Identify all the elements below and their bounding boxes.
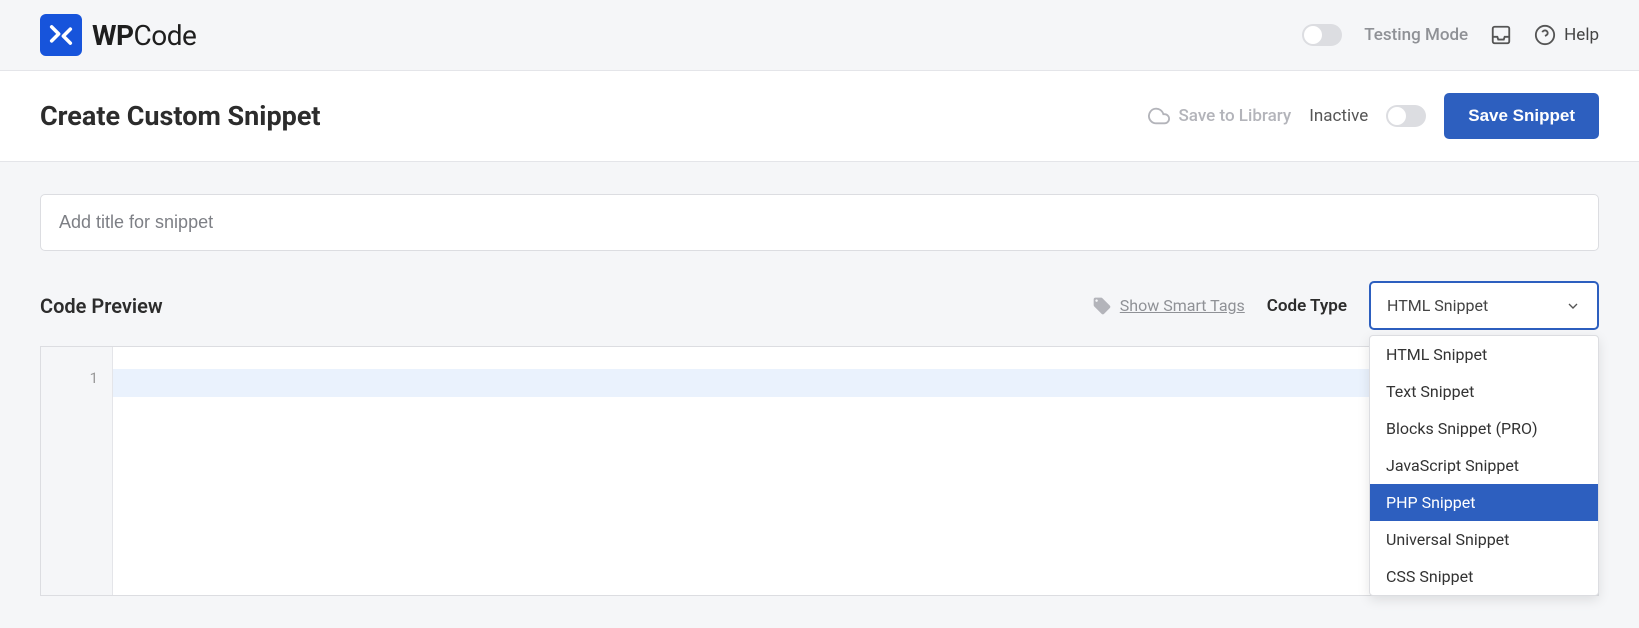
logo-text: WPCode	[92, 19, 196, 52]
code-type-option[interactable]: HTML Snippet	[1370, 336, 1598, 373]
code-type-option[interactable]: CSS Snippet	[1370, 558, 1598, 595]
wpcode-logo-icon	[40, 14, 82, 56]
help-link[interactable]: Help	[1534, 24, 1599, 46]
testing-mode-toggle[interactable]	[1302, 24, 1342, 46]
editor-gutter: 1	[41, 347, 113, 595]
tags-icon	[1092, 296, 1112, 316]
top-header: WPCode Testing Mode Help	[0, 0, 1639, 70]
code-type-option[interactable]: Universal Snippet	[1370, 521, 1598, 558]
code-type-select[interactable]: HTML Snippet	[1369, 281, 1599, 330]
code-type-option[interactable]: JavaScript Snippet	[1370, 447, 1598, 484]
help-label: Help	[1564, 25, 1599, 45]
help-icon	[1534, 24, 1556, 46]
chevron-down-icon	[1565, 298, 1581, 314]
header-actions: Testing Mode Help	[1302, 24, 1599, 46]
line-number: 1	[41, 369, 98, 387]
save-button[interactable]: Save Snippet	[1444, 93, 1599, 139]
code-type-option[interactable]: PHP Snippet	[1370, 484, 1598, 521]
code-type-dropdown-wrap: HTML Snippet HTML SnippetText SnippetBlo…	[1369, 281, 1599, 330]
cloud-icon	[1148, 105, 1170, 127]
show-smart-tags[interactable]: Show Smart Tags	[1092, 296, 1245, 316]
code-type-option[interactable]: Text Snippet	[1370, 373, 1598, 410]
content-area: Code Preview Show Smart Tags Code Type H…	[0, 162, 1639, 628]
status-label: Inactive	[1309, 106, 1368, 126]
code-type-option[interactable]: Blocks Snippet (PRO)	[1370, 410, 1598, 447]
code-editor[interactable]: 1	[40, 346, 1599, 596]
preview-controls: Show Smart Tags Code Type HTML Snippet H…	[1092, 281, 1599, 330]
testing-mode-label: Testing Mode	[1364, 25, 1468, 45]
code-type-label: Code Type	[1267, 296, 1347, 316]
code-preview-header: Code Preview Show Smart Tags Code Type H…	[40, 281, 1599, 330]
snippet-title-input[interactable]	[40, 194, 1599, 251]
inbox-icon[interactable]	[1490, 24, 1512, 46]
smart-tags-label: Show Smart Tags	[1120, 296, 1245, 315]
action-bar-actions: Save to Library Inactive Save Snippet	[1148, 93, 1599, 139]
save-to-library[interactable]: Save to Library	[1148, 105, 1291, 127]
active-toggle[interactable]	[1386, 105, 1426, 127]
save-to-library-label: Save to Library	[1178, 106, 1291, 126]
logo: WPCode	[40, 14, 196, 56]
code-type-dropdown-menu: HTML SnippetText SnippetBlocks Snippet (…	[1369, 335, 1599, 596]
page-title: Create Custom Snippet	[40, 100, 321, 132]
action-bar: Create Custom Snippet Save to Library In…	[0, 70, 1639, 162]
code-type-selected: HTML Snippet	[1387, 296, 1488, 315]
code-preview-label: Code Preview	[40, 294, 163, 318]
